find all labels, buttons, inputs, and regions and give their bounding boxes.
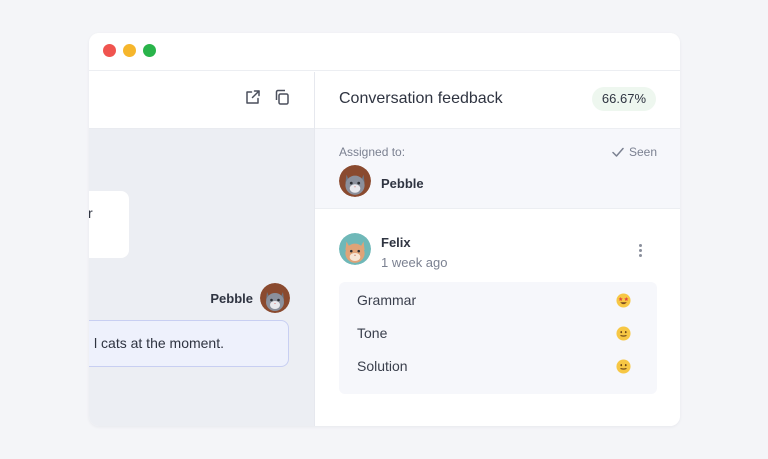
seen-label: Seen xyxy=(628,145,657,159)
criteria-list: Grammar Tone Solution xyxy=(339,282,657,394)
assignee-avatar xyxy=(339,165,371,197)
close-window-button[interactable] xyxy=(103,44,116,57)
assigned-label: Assigned to: xyxy=(339,145,406,159)
neutral-emoji-icon xyxy=(616,359,631,374)
score-badge: 66.67% xyxy=(591,87,656,111)
outgoing-sender-name: Pebble xyxy=(210,291,253,306)
outgoing-message-text: l cats at the moment. xyxy=(94,335,224,351)
assignment-section: Assigned to: Seen Pebble xyxy=(315,129,680,209)
reviewer-name: Felix xyxy=(381,235,411,250)
neutral-emoji-icon xyxy=(616,326,631,341)
criteria-label: Solution xyxy=(357,358,408,374)
pebble-avatar xyxy=(260,283,290,313)
criteria-row-tone: Tone xyxy=(339,317,657,349)
assignee-name: Pebble xyxy=(381,176,424,191)
star-struck-emoji-icon xyxy=(616,293,631,308)
maximize-window-button[interactable] xyxy=(143,44,156,57)
chat-pane: r Pebble l cats at the moment. xyxy=(89,72,314,426)
app-window: r Pebble l cats at the moment. Conversat… xyxy=(89,33,680,426)
chat-toolbar xyxy=(89,72,314,129)
outgoing-message: l cats at the moment. xyxy=(89,320,289,367)
criteria-label: Tone xyxy=(357,325,388,341)
minimize-window-button[interactable] xyxy=(123,44,136,57)
copy-icon[interactable] xyxy=(273,88,291,106)
incoming-message-text: r xyxy=(89,205,93,221)
check-icon xyxy=(612,146,624,157)
more-options-icon[interactable] xyxy=(639,244,643,260)
seen-status: Seen xyxy=(612,145,657,159)
title-bar xyxy=(89,33,680,71)
feedback-header: Conversation feedback 66.67% xyxy=(315,72,680,129)
external-link-icon[interactable] xyxy=(244,88,262,106)
review-timestamp: 1 week ago xyxy=(381,255,448,270)
criteria-label: Grammar xyxy=(357,292,417,308)
criteria-row-grammar: Grammar xyxy=(339,284,657,316)
criteria-row-solution: Solution xyxy=(339,350,657,382)
review-card: Felix 1 week ago Grammar Tone Solution xyxy=(315,209,680,426)
panel-title: Conversation feedback xyxy=(339,90,503,107)
incoming-message: r xyxy=(89,191,129,258)
reviewer-avatar xyxy=(339,233,371,265)
chat-messages: r Pebble l cats at the moment. xyxy=(89,129,314,426)
feedback-panel: Conversation feedback 66.67% Assigned to… xyxy=(314,72,680,426)
